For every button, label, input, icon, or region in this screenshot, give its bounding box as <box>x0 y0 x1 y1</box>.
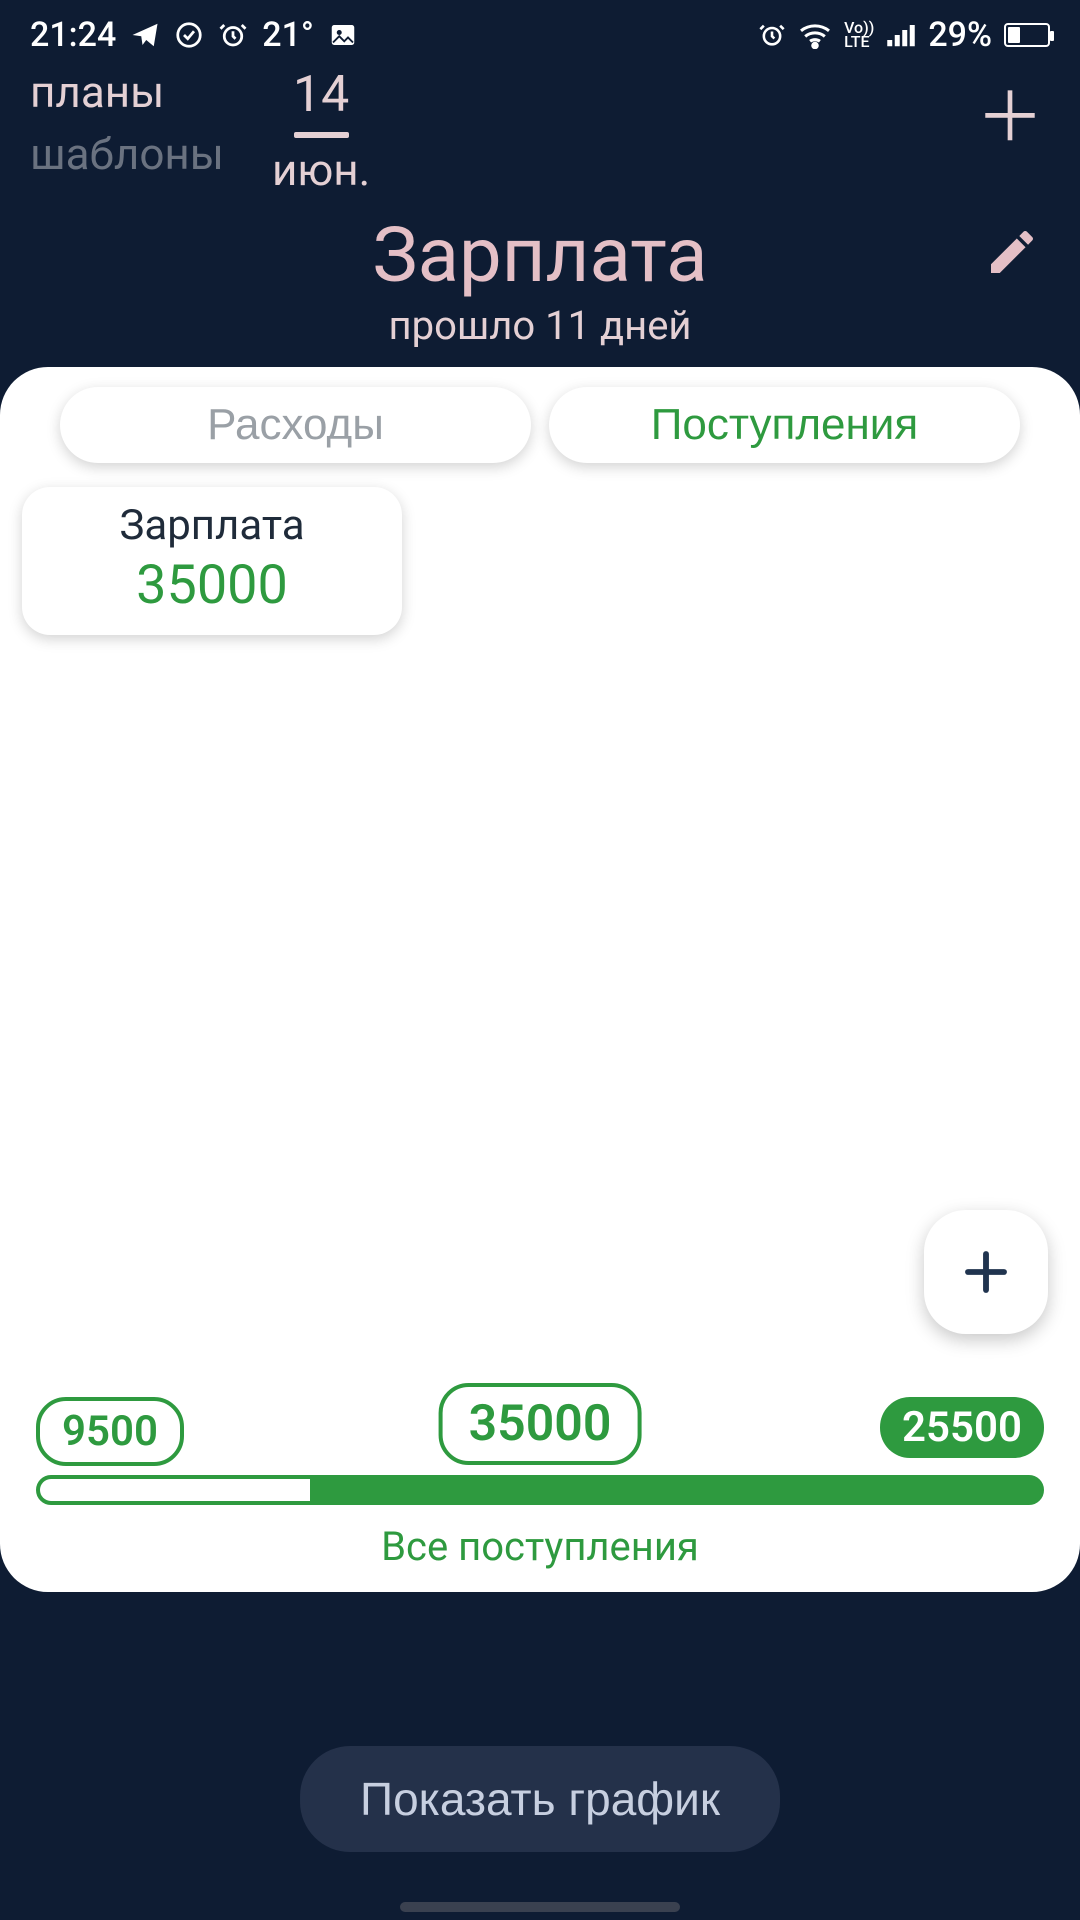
show-graph-button[interactable]: Показать график <box>300 1746 780 1852</box>
summary: 9500 35000 25500 Все поступления <box>0 1383 1080 1570</box>
all-income-link[interactable]: Все поступления <box>36 1523 1044 1570</box>
status-time: 21:24 <box>30 15 116 55</box>
income-item[interactable]: Зарплата 35000 <box>22 487 402 635</box>
plan-subtitle: прошло 11 дней <box>0 302 1080 349</box>
alarm-icon <box>218 20 248 50</box>
status-temp: 21° <box>262 15 314 55</box>
wifi-icon <box>798 21 832 49</box>
battery-level <box>1008 27 1020 43</box>
summary-left-chip[interactable]: 9500 <box>36 1397 184 1466</box>
segmented-control: Расходы Поступления <box>0 387 1080 463</box>
signal-icon <box>886 22 916 48</box>
battery-icon <box>1004 23 1050 47</box>
home-indicator[interactable] <box>400 1902 680 1912</box>
nav-plans[interactable]: планы <box>30 70 224 114</box>
check-circle-icon <box>174 20 204 50</box>
date-month: июн. <box>272 148 370 192</box>
progress-empty <box>40 1479 310 1501</box>
edit-button[interactable] <box>984 224 1040 284</box>
summary-center-chip[interactable]: 35000 <box>439 1383 642 1465</box>
add-item-fab[interactable] <box>924 1210 1048 1334</box>
progress-bar[interactable] <box>36 1475 1044 1505</box>
date-selector[interactable]: 14 июн. <box>272 70 370 192</box>
plan-title: Зарплата <box>0 210 1080 300</box>
nav-templates[interactable]: шаблоны <box>30 132 224 176</box>
title-area: Зарплата прошло 11 дней <box>0 210 1080 349</box>
tab-income[interactable]: Поступления <box>549 387 1020 463</box>
tab-expenses[interactable]: Расходы <box>60 387 531 463</box>
date-underline <box>294 132 349 138</box>
summary-right-chip[interactable]: 25500 <box>880 1397 1044 1458</box>
income-item-name: Зарплата <box>22 501 402 550</box>
header: планы шаблоны 14 июн. ＋ <box>0 60 1080 200</box>
add-plan-button[interactable]: ＋ <box>976 84 1044 152</box>
date-day: 14 <box>293 70 349 120</box>
content-card: Расходы Поступления Зарплата 35000 9500 … <box>0 367 1080 1592</box>
volte-badge: Vo)) LTE <box>844 21 874 50</box>
telegram-icon <box>130 20 160 50</box>
battery-pct: 29% <box>928 15 992 55</box>
alarm-icon <box>758 21 786 49</box>
status-bar: 21:24 21° Vo)) LTE 29% <box>0 0 1080 60</box>
income-item-amount: 35000 <box>22 554 402 617</box>
image-icon <box>328 20 358 50</box>
